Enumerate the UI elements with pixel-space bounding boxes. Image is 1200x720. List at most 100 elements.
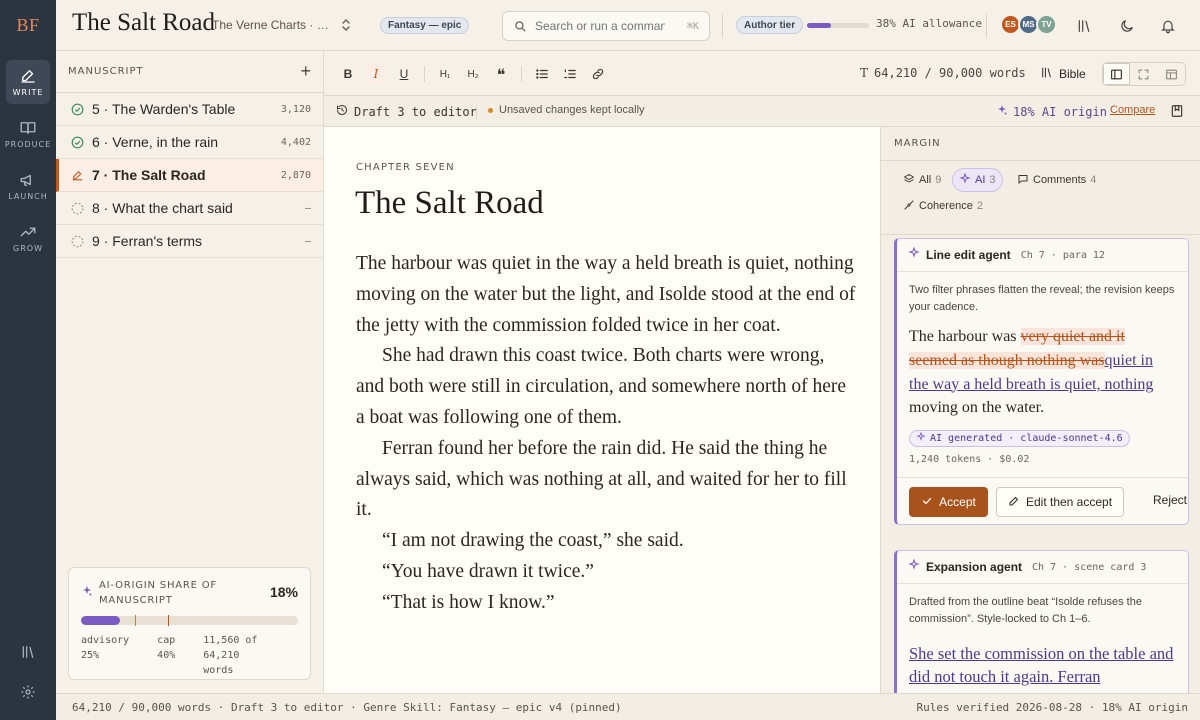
margin-filters: All 9 AI 3 Comments 4 Coherence 2 [881, 161, 1200, 235]
collaborator-avatars[interactable]: ES MS TV [1000, 14, 1057, 35]
bookmark-icon[interactable] [1170, 103, 1184, 124]
suggestion-location: Ch 7 · para 12 [1020, 249, 1105, 261]
link-icon[interactable] [588, 64, 608, 84]
rail-item-grow[interactable]: GROW [6, 216, 50, 260]
manuscript-editor[interactable]: CHAPTER SEVEN The Salt Road The harbour … [324, 127, 880, 693]
pen-icon [21, 70, 35, 83]
rail-label-grow: GROW [13, 244, 43, 253]
chapter-word-count: – [304, 202, 311, 214]
ai-share-fill [81, 616, 121, 625]
edit-label: Edit then accept [1025, 495, 1113, 510]
ai-generated-chip: AI generated · claude-sonnet-4.6 [909, 430, 1130, 448]
dashed-circle-icon [70, 201, 84, 215]
chapter-title: 7 · The Salt Road [92, 167, 206, 183]
heading2-button[interactable]: H₂ [463, 64, 483, 84]
diff-unchanged: moving on the water. [909, 399, 1045, 417]
divider [722, 14, 723, 38]
suggestion-actions: Accept Edit then accept Reject [897, 477, 1188, 524]
advisory-marker [135, 615, 137, 626]
numbered-list-icon[interactable] [560, 64, 580, 84]
pencil-icon [70, 168, 84, 182]
ai-generated-label: AI generated · claude-sonnet-4.6 [930, 433, 1123, 445]
rail-item-produce[interactable]: PRODUCE [4, 112, 52, 156]
check-icon [921, 495, 933, 510]
moon-icon[interactable] [1117, 16, 1137, 36]
chapter-title: 9 · Ferran's terms [92, 233, 203, 249]
chapter-item[interactable]: 6 · Verne, in the rain 4,402 [56, 126, 323, 159]
view-mode-toggle[interactable] [1102, 62, 1186, 86]
expansion-suggestion-card: Expansion agent Ch 7 · scene card 3 Draf… [894, 550, 1189, 693]
advisory-label: advisory [81, 635, 130, 646]
accept-button[interactable]: Accept [909, 487, 988, 518]
book-subtitle[interactable]: The Verne Charts · Bo… [212, 18, 332, 32]
command-search[interactable]: ⌘K [502, 11, 710, 41]
bible-label: Bible [1059, 67, 1086, 81]
bell-icon[interactable] [1158, 16, 1178, 36]
margin-panel: MARGIN All 9 AI 3 Comments 4 Coherence 2… [880, 127, 1200, 693]
filter-all[interactable]: All 9 [897, 168, 947, 192]
reject-button[interactable]: Reject [1153, 493, 1187, 507]
library-icon[interactable] [1074, 16, 1094, 36]
draft-status[interactable]: Draft 3 to editor [336, 104, 477, 119]
chapter-item[interactable]: 5 · The Warden's Table 3,120 [56, 93, 323, 126]
chapter-title: 6 · Verne, in the rain [92, 134, 219, 150]
tier-badge[interactable]: Author tier [736, 16, 804, 34]
italic-button[interactable]: I [366, 64, 386, 84]
library-icon [1040, 66, 1053, 82]
search-input[interactable] [535, 19, 665, 33]
top-bar: The Salt Road The Verne Charts · Bo… Fan… [56, 0, 1200, 51]
split-view-icon[interactable] [1103, 63, 1131, 85]
filter-ai[interactable]: AI 3 [952, 168, 1003, 192]
coherence-icon [903, 199, 915, 214]
bold-button[interactable]: B [338, 64, 358, 84]
chapter-item[interactable]: 8 · What the chart said – [56, 192, 323, 225]
chapter-prose[interactable]: The harbour was quiet in the way a held … [356, 249, 856, 619]
add-chapter-icon[interactable]: + [300, 61, 311, 82]
status-right: Rules verified 2026-08-28 · 18% AI origi… [916, 701, 1188, 714]
chapter-kicker: CHAPTER SEVEN [356, 162, 455, 173]
bible-button[interactable]: Bible [1040, 66, 1086, 82]
paragraph[interactable]: Ferran found her before the rain did. He… [356, 434, 856, 526]
draft-bar: Draft 3 to editor Unsaved changes kept l… [324, 96, 1200, 127]
check-circle-icon [70, 135, 84, 149]
paragraph[interactable]: “I am not drawing the coast,” she said. [356, 526, 856, 557]
cap-marker [167, 615, 169, 626]
paragraph[interactable]: She had drawn this coast twice. Both cha… [356, 341, 856, 433]
text-size-icon: T [860, 66, 869, 80]
paragraph[interactable]: “That is how I know.” [356, 588, 856, 619]
genre-badge[interactable]: Fantasy — epic [380, 17, 470, 34]
suggestion-diff: The harbour was very quiet and it seemed… [897, 316, 1188, 420]
ai-allowance-fill [807, 23, 831, 28]
status-bar: 64,210 / 90,000 words · Draft 3 to edito… [56, 693, 1200, 720]
chevron-updown-icon[interactable] [340, 17, 352, 38]
cap-value: 40% [157, 650, 176, 661]
avatar[interactable]: TV [1036, 14, 1057, 35]
rail-label-produce: PRODUCE [4, 140, 52, 149]
sparkle-icon [996, 104, 1008, 119]
filter-comments[interactable]: Comments 4 [1011, 168, 1102, 192]
library-icon[interactable] [0, 640, 56, 664]
divider [424, 66, 425, 82]
rail-label-write: WRITE [12, 88, 44, 97]
sparkle-icon [908, 246, 920, 264]
filter-coherence[interactable]: Coherence 2 [897, 194, 989, 218]
quote-button[interactable]: ❝ [491, 64, 511, 84]
edit-then-accept-button[interactable]: Edit then accept [996, 487, 1124, 518]
divider [476, 105, 477, 119]
compare-link[interactable]: Compare [1110, 104, 1155, 116]
rail-item-launch[interactable]: LAUNCH [6, 164, 50, 208]
word-count: T 64,210 / 90,000 words [860, 66, 1026, 80]
chapter-item-active[interactable]: 7 · The Salt Road 2,870 [56, 159, 323, 192]
chapter-item[interactable]: 9 · Ferran's terms – [56, 225, 323, 258]
suggestion-note: Drafted from the outline beat “Isolde re… [909, 596, 1142, 625]
app-logo[interactable]: BF [0, 0, 56, 50]
settings-gear-icon[interactable] [0, 680, 56, 704]
underline-button[interactable]: U [394, 64, 414, 84]
columns-view-icon[interactable] [1158, 63, 1185, 85]
paragraph[interactable]: “You have drawn it twice.” [356, 557, 856, 588]
fullscreen-icon[interactable] [1130, 63, 1157, 85]
bullet-list-icon[interactable] [532, 64, 552, 84]
paragraph[interactable]: The harbour was quiet in the way a held … [356, 249, 856, 341]
heading1-button[interactable]: H₁ [435, 64, 455, 84]
rail-item-write[interactable]: WRITE [6, 60, 50, 104]
